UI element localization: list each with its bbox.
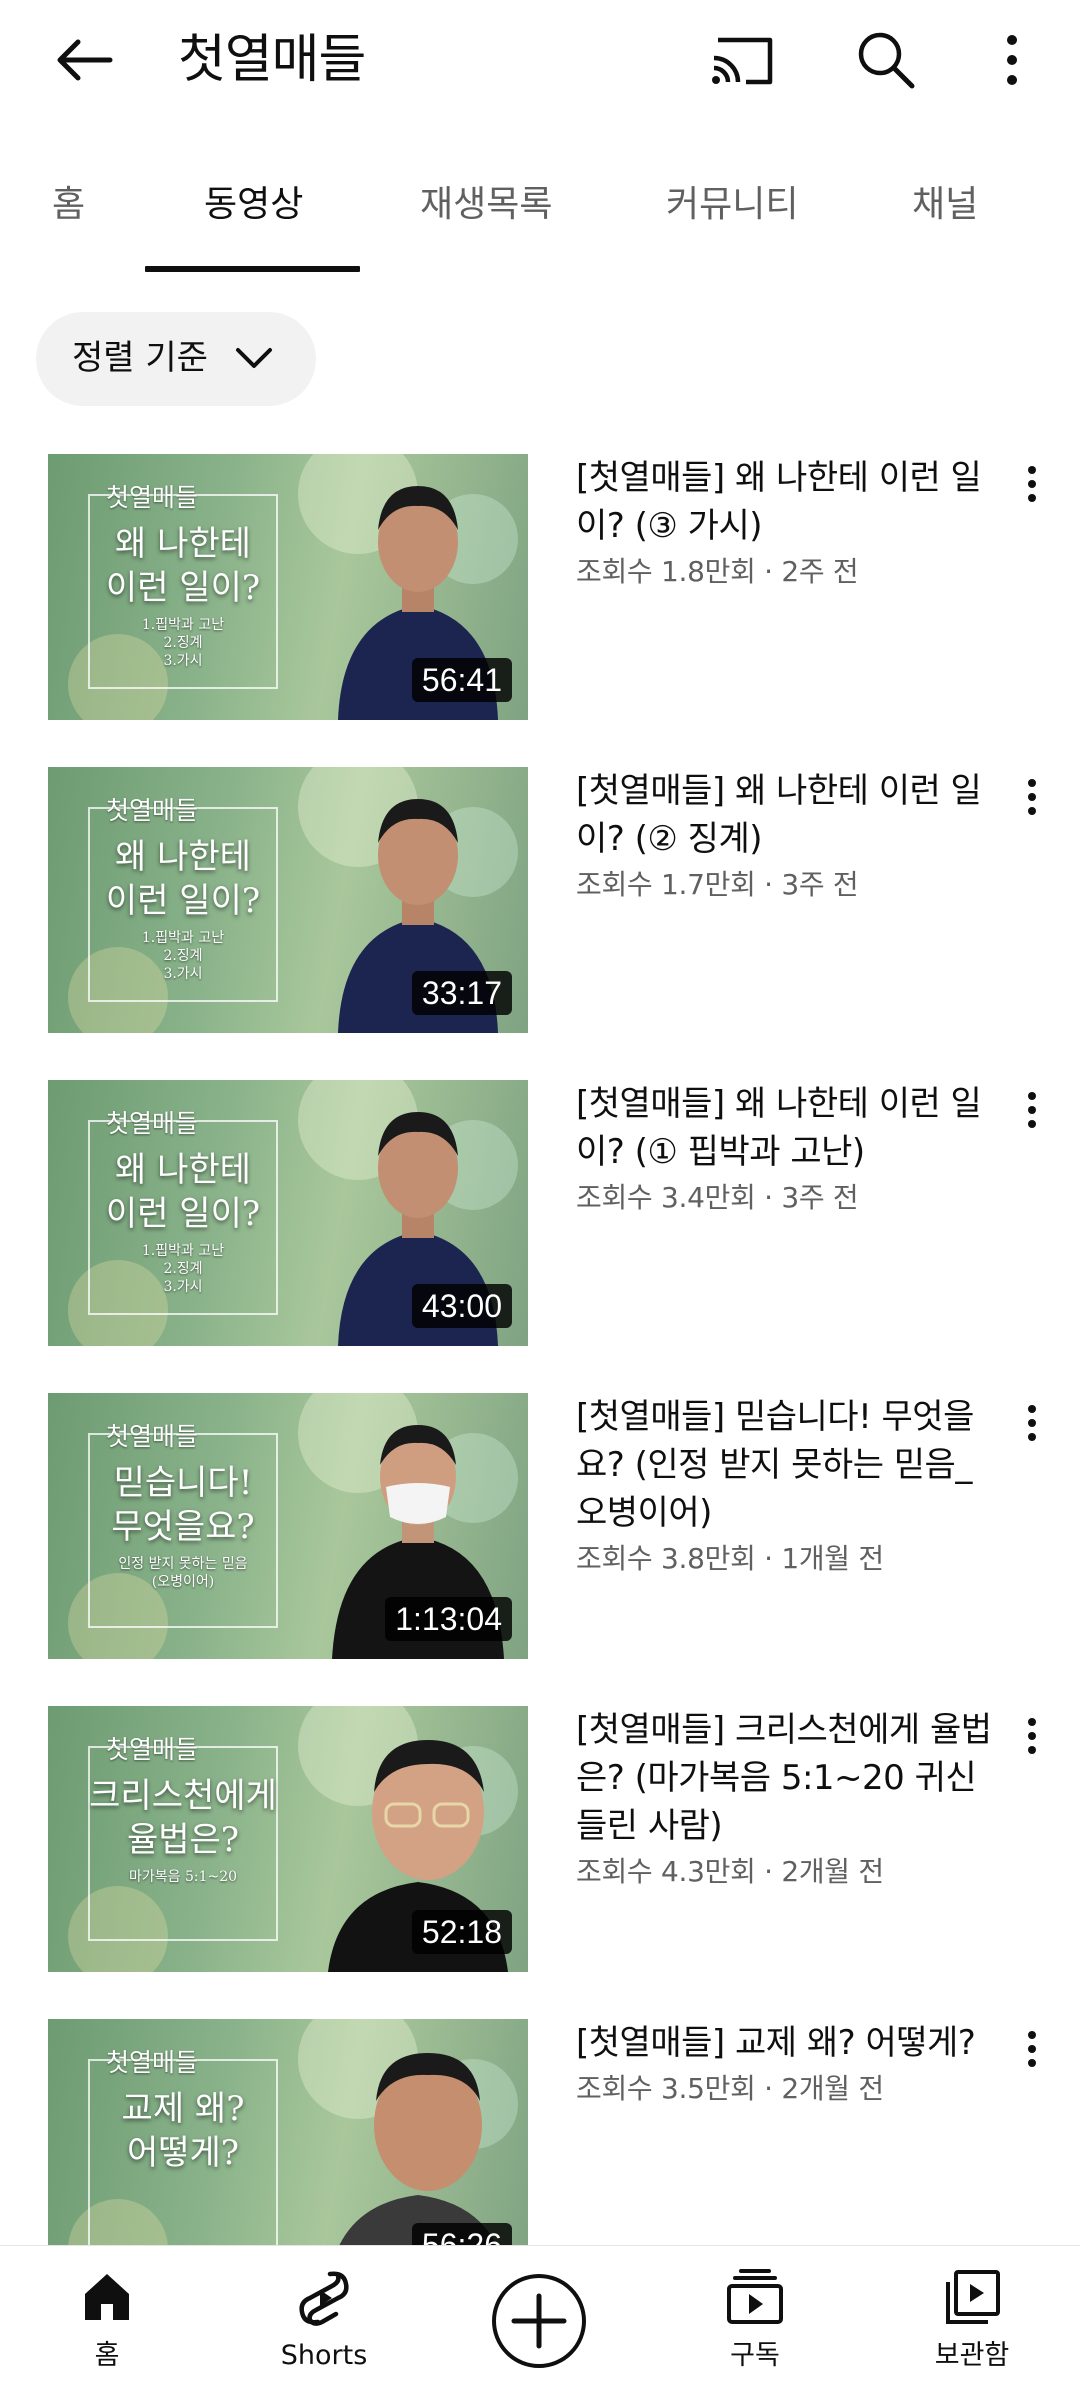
video-views-date: 조회수 3.8만회 · 1개월 전	[576, 1542, 884, 1575]
bottom-navigation: 홈 Shorts 구독 보관함	[0, 2245, 1080, 2389]
nav-library-label: 보관함	[934, 2340, 1010, 2371]
home-icon	[85, 2274, 129, 2320]
thumbnail-subtitle: 1.핍박과 고난 2.징계 3.가시	[141, 930, 225, 982]
video-item[interactable]: 첫열매들 왜 나한테 이런 일이? 1.핍박과 고난 2.징계 3.가시 56:…	[0, 454, 1080, 724]
video-meta: [첫열매들] 왜 나한테 이런 일이? (③ 가시) 조회수 1.8만회 · 2…	[576, 454, 996, 592]
video-item[interactable]: 첫열매들 왜 나한테 이런 일이? 1.핍박과 고난 2.징계 3.가시 33:…	[0, 767, 1080, 1037]
cast-button[interactable]	[710, 28, 776, 92]
nav-home[interactable]: 홈	[32, 2246, 182, 2389]
library-icon	[946, 2270, 1000, 2324]
tab-home[interactable]: 홈	[52, 180, 85, 230]
thumbnail-headline: 믿습니다! 무엇을요?	[111, 1463, 255, 1547]
video-duration: 33:17	[411, 971, 512, 1015]
thumbnail-subtitle: 마가복음 5:1~20	[128, 1869, 238, 1885]
video-meta: [첫열매들] 크리스천에게 율법은? (마가복음 5:1~20 귀신들린 사람)…	[576, 1706, 996, 1892]
thumbnail-headline: 교제 왜? 어떻게?	[121, 2089, 245, 2173]
nav-shorts[interactable]: Shorts	[249, 2246, 399, 2389]
more-options-button[interactable]	[992, 28, 1032, 92]
more-vert-icon[interactable]	[1018, 462, 1046, 506]
create-icon	[492, 2274, 586, 2368]
nav-library[interactable]: 보관함	[897, 2246, 1047, 2389]
tab-videos[interactable]: 동영상	[204, 180, 303, 230]
video-duration: 1:13:04	[385, 1597, 512, 1641]
video-title[interactable]: [첫열매들] 왜 나한테 이런 일이? (① 핍박과 고난)	[576, 1080, 996, 1176]
back-button[interactable]	[52, 28, 116, 92]
thumbnail-brand: 첫열매들	[106, 796, 199, 825]
video-item[interactable]: 첫열매들 믿습니다! 무엇을요? 인정 받지 못하는 믿음 (오병이어) 1:1…	[0, 1393, 1080, 1663]
search-button[interactable]	[852, 26, 918, 92]
more-vert-icon	[1007, 35, 1017, 85]
video-views-date: 조회수 3.4만회 · 3주 전	[576, 1181, 859, 1214]
cast-icon	[712, 37, 773, 85]
nav-home-label: 홈	[94, 2340, 120, 2371]
tab-channel[interactable]: 채널	[912, 180, 978, 230]
video-meta: [첫열매들] 교제 왜? 어떻게? 조회수 3.5만회 · 2개월 전	[576, 2019, 996, 2109]
video-thumbnail[interactable]: 첫열매들 믿습니다! 무엇을요? 인정 받지 못하는 믿음 (오병이어) 1:1…	[48, 1393, 528, 1659]
video-thumbnail[interactable]: 첫열매들 왜 나한테 이런 일이? 1.핍박과 고난 2.징계 3.가시 56:…	[48, 454, 528, 720]
thumbnail-brand: 첫열매들	[106, 1109, 199, 1138]
video-meta: [첫열매들] 믿습니다! 무엇을요? (인정 받지 못하는 믿음_오병이어) 조…	[576, 1393, 996, 1579]
thumbnail-brand: 첫열매들	[106, 1735, 199, 1764]
thumbnail-brand: 첫열매들	[106, 1422, 199, 1451]
tab-community[interactable]: 커뮤니티	[666, 180, 798, 230]
more-vert-icon[interactable]	[1018, 1401, 1046, 1445]
tab-playlists[interactable]: 재생목록	[420, 180, 552, 230]
video-meta: [첫열매들] 왜 나한테 이런 일이? (② 징계) 조회수 1.7만회 · 3…	[576, 767, 996, 905]
video-views-date: 조회수 4.3만회 · 2개월 전	[576, 1855, 884, 1888]
sort-label: 정렬 기준	[72, 338, 208, 378]
more-vert-icon[interactable]	[1018, 1088, 1046, 1132]
chevron-down-icon	[236, 348, 272, 368]
channel-tabs: 홈 동영상 재생목록 커뮤니티 채널	[0, 150, 1080, 276]
thumbnail-headline: 왜 나한테 이런 일이?	[105, 837, 261, 921]
video-item[interactable]: 첫열매들 왜 나한테 이런 일이? 1.핍박과 고난 2.징계 3.가시 43:…	[0, 1080, 1080, 1350]
video-title[interactable]: [첫열매들] 왜 나한테 이런 일이? (② 징계)	[576, 767, 996, 863]
video-title[interactable]: [첫열매들] 왜 나한테 이런 일이? (③ 가시)	[576, 454, 996, 550]
video-thumbnail[interactable]: 첫열매들 왜 나한테 이런 일이? 1.핍박과 고난 2.징계 3.가시 33:…	[48, 767, 528, 1033]
more-vert-icon[interactable]	[1018, 2027, 1046, 2071]
thumbnail-subtitle: 인정 받지 못하는 믿음 (오병이어)	[118, 1556, 248, 1590]
video-title[interactable]: [첫열매들] 교제 왜? 어떻게?	[576, 2019, 996, 2067]
thumbnail-brand: 첫열매들	[106, 483, 199, 512]
arrow-left-icon	[57, 39, 113, 81]
nav-shorts-label: Shorts	[280, 2340, 368, 2371]
channel-title: 첫열매들	[178, 30, 366, 90]
nav-subscriptions-label: 구독	[730, 2340, 780, 2371]
thumbnail-headline: 크리스천에게 율법은?	[89, 1776, 277, 1860]
video-duration: 52:18	[411, 1910, 512, 1954]
video-duration: 43:00	[411, 1284, 512, 1328]
thumbnail-headline: 왜 나한테 이런 일이?	[105, 524, 261, 608]
search-icon	[858, 32, 915, 89]
video-thumbnail[interactable]: 첫열매들 크리스천에게 율법은? 마가복음 5:1~20 52:18	[48, 1706, 528, 1972]
nav-subscriptions[interactable]: 구독	[680, 2246, 830, 2389]
video-views-date: 조회수 1.7만회 · 3주 전	[576, 868, 859, 901]
video-thumbnail[interactable]: 첫열매들 왜 나한테 이런 일이? 1.핍박과 고난 2.징계 3.가시 43:…	[48, 1080, 528, 1346]
video-item[interactable]: 첫열매들 크리스천에게 율법은? 마가복음 5:1~20 52:18 [첫열매들…	[0, 1706, 1080, 1976]
top-app-bar: 첫열매들	[0, 0, 1080, 120]
video-meta: [첫열매들] 왜 나한테 이런 일이? (① 핍박과 고난) 조회수 3.4만회…	[576, 1080, 996, 1218]
thumbnail-brand: 첫열매들	[106, 2048, 199, 2077]
active-tab-indicator	[145, 266, 360, 272]
video-title[interactable]: [첫열매들] 크리스천에게 율법은? (마가복음 5:1~20 귀신들린 사람)	[576, 1706, 996, 1850]
thumbnail-headline: 왜 나한테 이런 일이?	[105, 1150, 261, 1234]
shorts-icon	[299, 2271, 349, 2326]
more-vert-icon[interactable]	[1018, 1714, 1046, 1758]
more-vert-icon[interactable]	[1018, 775, 1046, 819]
video-views-date: 조회수 3.5만회 · 2개월 전	[576, 2072, 884, 2105]
video-duration: 56:41	[411, 658, 512, 702]
sort-button[interactable]: 정렬 기준	[36, 312, 316, 406]
thumbnail-subtitle: 1.핍박과 고난 2.징계 3.가시	[141, 617, 225, 669]
video-views-date: 조회수 1.8만회 · 2주 전	[576, 555, 859, 588]
create-button[interactable]	[490, 2272, 588, 2370]
thumbnail-subtitle: 1.핍박과 고난 2.징계 3.가시	[141, 1243, 225, 1295]
video-title[interactable]: [첫열매들] 믿습니다! 무엇을요? (인정 받지 못하는 믿음_오병이어)	[576, 1393, 996, 1537]
subscriptions-icon	[727, 2269, 783, 2324]
